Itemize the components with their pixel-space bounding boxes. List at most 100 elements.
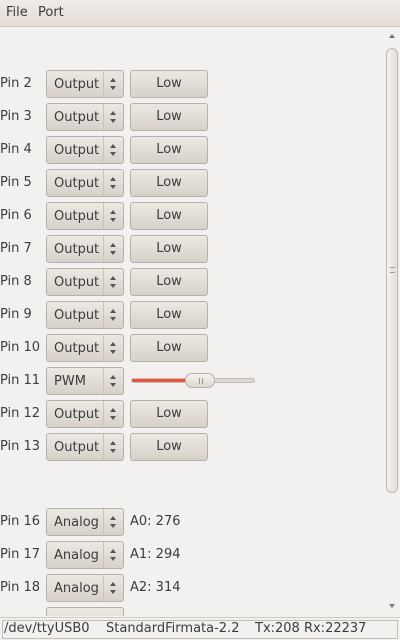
pin-mode-value: Analog: [54, 515, 99, 530]
pin-mode-select[interactable]: Output: [46, 136, 124, 164]
pin-mode-select[interactable]: Output: [46, 268, 124, 296]
pin-value-button[interactable]: Low: [130, 235, 208, 263]
spin-arrows-icon: [103, 575, 123, 601]
pin-mode-value: Output: [54, 209, 100, 224]
pin-mode-value: Output: [54, 440, 100, 455]
pin-row: Pin 3 Output Low: [0, 103, 380, 131]
analog-pin-row: Pin 17 Analog A1: 294: [0, 541, 380, 569]
pin-mode-select[interactable]: Output: [46, 433, 124, 461]
status-traffic: Tx:208 Rx:22237: [255, 621, 367, 636]
menu-port[interactable]: Port: [38, 5, 64, 20]
menu-bar: File Port: [0, 0, 400, 27]
vertical-scrollbar[interactable]: [384, 28, 400, 616]
pin-mode-select[interactable]: Analog: [46, 541, 124, 569]
pin-value-button[interactable]: Low: [130, 202, 208, 230]
pin-label: Pin 4: [0, 142, 32, 157]
pin-mode-value: Output: [54, 275, 100, 290]
spin-arrows-icon: [103, 335, 123, 361]
pin-label: Pin 2: [0, 76, 32, 91]
analog-pin-row: Pin 16 Analog A0: 276: [0, 508, 380, 536]
pin-mode-value: Output: [54, 77, 100, 92]
pin-label: Pin 6: [0, 208, 32, 223]
pin-label: Pin 3: [0, 109, 32, 124]
pin-mode-select[interactable]: Output: [46, 169, 124, 197]
analog-pin-row-partial: [0, 607, 380, 616]
pin-row: Pin 6 Output Low: [0, 202, 380, 230]
pin-mode-value: Output: [54, 110, 100, 125]
spin-arrows-icon: [103, 269, 123, 295]
pin-label: Pin 18: [0, 580, 41, 595]
pin-label: Pin 10: [0, 340, 41, 355]
pin-value-button[interactable]: Low: [130, 400, 208, 428]
pin-value-button[interactable]: Low: [130, 136, 208, 164]
spin-arrows-icon: [103, 104, 123, 130]
spin-arrows-icon: [103, 434, 123, 460]
pin-row: Pin 13 Output Low: [0, 433, 380, 461]
pin-value-button[interactable]: Low: [130, 334, 208, 362]
analog-reading: A1: 294: [130, 547, 181, 562]
pin-label: Pin 8: [0, 274, 32, 289]
pin-mode-value: Output: [54, 407, 100, 422]
pin-value-button[interactable]: Low: [130, 301, 208, 329]
spin-arrows-icon: [103, 542, 123, 568]
pin-row: Pin 4 Output Low: [0, 136, 380, 164]
analog-reading: A0: 276: [130, 514, 181, 529]
pin-mode-value: Output: [54, 242, 100, 257]
spin-arrows-icon: [103, 368, 123, 394]
pin-label: Pin 5: [0, 175, 32, 190]
pin-mode-select[interactable]: Analog: [46, 574, 124, 602]
pin-mode-value: Output: [54, 308, 100, 323]
pin-mode-value: Analog: [54, 548, 99, 563]
pin-mode-select[interactable]: [46, 607, 124, 616]
spin-arrows-icon: [103, 509, 123, 535]
pin-row: Pin 12 Output Low: [0, 400, 380, 428]
scroll-up-arrow-icon[interactable]: [389, 34, 395, 38]
pin-value-button[interactable]: Low: [130, 103, 208, 131]
pwm-slider-thumb[interactable]: [184, 373, 215, 388]
pin-mode-value: Output: [54, 341, 100, 356]
spin-arrows-icon: [103, 137, 123, 163]
pin-label: Pin 13: [0, 439, 41, 454]
pin-mode-select[interactable]: Analog: [46, 508, 124, 536]
pin-label: Pin 16: [0, 514, 41, 529]
analog-reading: A2: 314: [130, 580, 181, 595]
pin-mode-value: Analog: [54, 581, 99, 596]
pin-row: Pin 8 Output Low: [0, 268, 380, 296]
pin-mode-select[interactable]: Output: [46, 301, 124, 329]
pin-mode-select[interactable]: Output: [46, 334, 124, 362]
pin-mode-select[interactable]: Output: [46, 70, 124, 98]
pwm-slider[interactable]: [131, 371, 256, 391]
spin-arrows-icon: [103, 401, 123, 427]
spin-arrows-icon: [103, 203, 123, 229]
analog-pin-row: Pin 18 Analog A2: 314: [0, 574, 380, 602]
scrollbar-thumb[interactable]: [386, 48, 398, 493]
pin-list: Pin 2 Output Low Pin 3 Output Low Pin 4 …: [0, 28, 384, 616]
pin-row: Pin 5 Output Low: [0, 169, 380, 197]
pin-mode-select[interactable]: PWM: [46, 367, 124, 395]
pin-value-button[interactable]: Low: [130, 70, 208, 98]
pin-mode-select[interactable]: Output: [46, 235, 124, 263]
menu-file[interactable]: File: [6, 5, 28, 20]
pin-row: Pin 10 Output Low: [0, 334, 380, 362]
status-bar: /dev/ttyUSB0 StandardFirmata-2.2 Tx:208 …: [0, 617, 400, 640]
pin-label: Pin 9: [0, 307, 32, 322]
pin-mode-value: PWM: [54, 374, 86, 389]
pin-row: Pin 7 Output Low: [0, 235, 380, 263]
pin-mode-value: Output: [54, 143, 100, 158]
pin-label: Pin 17: [0, 547, 41, 562]
pin-value-button[interactable]: Low: [130, 169, 208, 197]
spin-arrows-icon: [103, 302, 123, 328]
pin-value-button[interactable]: Low: [130, 433, 208, 461]
scroll-down-arrow-icon[interactable]: [389, 604, 395, 608]
pin-row: Pin 9 Output Low: [0, 301, 380, 329]
pin-label: Pin 12: [0, 406, 41, 421]
pin-value-button[interactable]: Low: [130, 268, 208, 296]
spin-arrows-icon: [103, 236, 123, 262]
spin-arrows-icon: [103, 71, 123, 97]
pin-mode-select[interactable]: Output: [46, 202, 124, 230]
pin-mode-value: Output: [54, 176, 100, 191]
spin-arrows-icon: [103, 170, 123, 196]
pin-mode-select[interactable]: Output: [46, 103, 124, 131]
pin-label: Pin 7: [0, 241, 32, 256]
pin-mode-select[interactable]: Output: [46, 400, 124, 428]
